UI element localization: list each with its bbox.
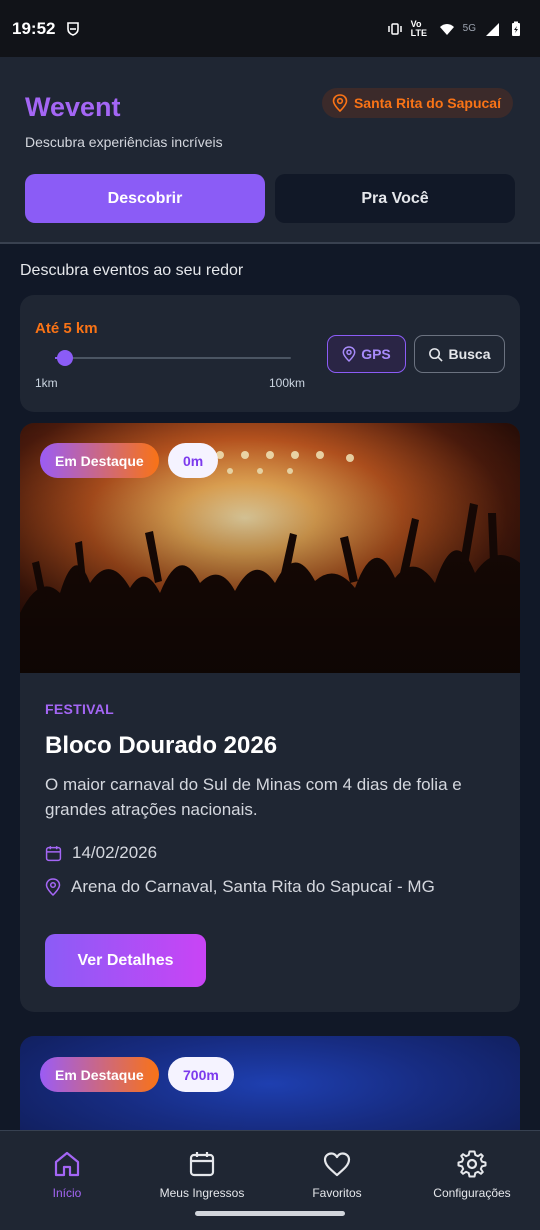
event-category: FESTIVAL <box>45 701 115 717</box>
map-pin-icon <box>45 878 61 896</box>
distance-slider[interactable] <box>55 350 291 366</box>
section-title: Descubra eventos ao seu redor <box>20 262 244 279</box>
event-description: O maior carnaval do Sul de Minas com 4 d… <box>45 775 462 819</box>
status-bar: 19:52 Vo LTE 5G <box>0 0 540 57</box>
tab-descobrir[interactable]: Descobrir <box>25 174 265 223</box>
search-label: Busca <box>448 346 491 362</box>
nav-item-meus-ingressos[interactable]: Meus Ingressos <box>137 1149 267 1200</box>
home-indicator <box>195 1211 345 1216</box>
slider-max-label: 100km <box>269 376 306 390</box>
gear-icon <box>457 1150 487 1178</box>
nav-label: Favoritos <box>312 1186 362 1200</box>
nav-item-inicio[interactable]: Início <box>2 1149 132 1200</box>
view-details-button[interactable]: Ver Detalhes <box>45 934 206 987</box>
signal-icon <box>486 22 499 36</box>
nav-item-favoritos[interactable]: Favoritos <box>272 1149 402 1200</box>
calendar-icon <box>189 1152 215 1177</box>
nav-item-configuracoes[interactable]: Configurações <box>407 1149 537 1200</box>
nav-label: Meus Ingressos <box>159 1186 245 1200</box>
distance-badge: 0m <box>168 443 219 478</box>
battery-icon <box>512 21 520 36</box>
location-chip[interactable]: Santa Rita do Sapucaí <box>321 88 513 118</box>
featured-badge: Em Destaque <box>40 443 159 478</box>
event-card[interactable]: Em Destaque 0m FESTIVAL Bloco Dourado 20… <box>20 423 520 1012</box>
event-title: Bloco Dourado 2026 <box>45 732 278 759</box>
location-label: Santa Rita do Sapucaí <box>353 95 501 111</box>
distance-filter-card: Até 5 km 1km 100km GPS Busca <box>20 295 520 412</box>
featured-badge: Em Destaque <box>40 1057 159 1092</box>
event-location: Arena do Carnaval, Santa Rita do Sapucaí… <box>45 877 435 897</box>
home-icon <box>54 1151 80 1177</box>
app-header: Wevent Descubra experiências incríveis S… <box>0 57 540 244</box>
nav-label: Início <box>52 1186 82 1200</box>
tab-pra-voce[interactable]: Pra Você <box>275 174 515 223</box>
shield-icon <box>67 21 80 36</box>
distance-label: Até 5 km <box>35 320 98 337</box>
event-place-label: Arena do Carnaval, Santa Rita do Sapucaí… <box>71 877 435 896</box>
event-date-label: 14/02/2026 <box>72 843 158 862</box>
map-pin-icon <box>342 346 356 362</box>
map-pin-icon <box>332 94 348 112</box>
gps-label: GPS <box>361 346 391 362</box>
tagline: Descubra experiências incríveis <box>25 134 223 150</box>
distance-badge: 700m <box>168 1057 234 1092</box>
calendar-icon <box>45 845 62 861</box>
gps-button[interactable]: GPS <box>327 335 406 373</box>
search-icon <box>429 347 444 362</box>
heart-icon <box>323 1152 351 1177</box>
nav-label: Configurações <box>433 1186 511 1200</box>
clock: 19:52 <box>12 18 56 38</box>
vibrate-icon <box>387 22 402 35</box>
event-date: 14/02/2026 <box>45 843 157 863</box>
volte-label: Vo LTE <box>410 18 427 38</box>
slider-min-label: 1km <box>35 376 58 390</box>
app-logo: Wevent <box>25 92 121 122</box>
search-button[interactable]: Busca <box>414 335 505 373</box>
network-label: 5G <box>462 23 476 34</box>
slider-thumb[interactable] <box>56 350 73 366</box>
event-image: Em Destaque 0m <box>20 423 520 673</box>
wifi-icon <box>439 23 454 35</box>
